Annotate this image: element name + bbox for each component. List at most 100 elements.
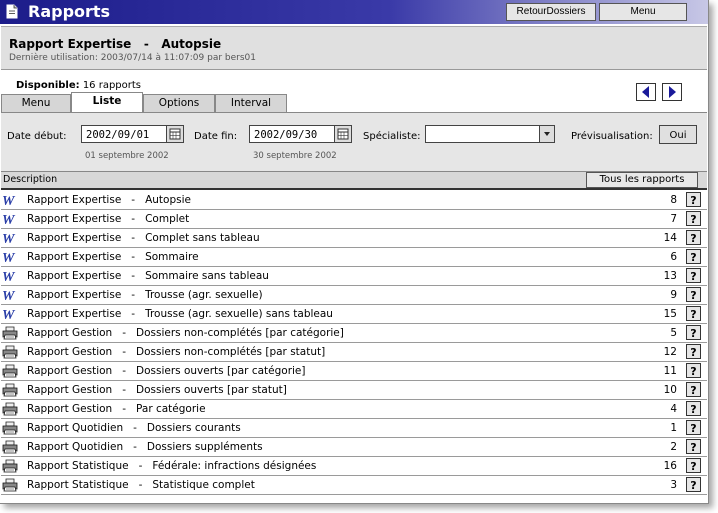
help-button[interactable]: ? [686,344,701,359]
word-icon: W [2,269,18,285]
report-row[interactable]: W Rapport Expertise - Trousse (agr. sexue… [1,286,707,305]
report-row[interactable]: Rapport Statistique - Statistique comple… [1,476,707,495]
report-row[interactable]: Rapport Statistique - Fédérale: infracti… [1,457,707,476]
app-title: Rapports [28,2,111,21]
report-row[interactable]: W Rapport Expertise - Complet 7? [1,210,707,229]
tab-menu[interactable]: Menu [1,94,71,112]
word-icon: W [2,231,18,247]
help-button[interactable]: ? [686,211,701,226]
start-date-label: Date début: [7,131,67,142]
next-button[interactable] [662,83,682,101]
start-calendar-button[interactable] [166,125,184,143]
printer-icon [2,459,18,473]
help-button[interactable]: ? [686,363,701,378]
report-name[interactable]: Rapport Expertise - Trousse (agr. sexuel… [27,289,263,301]
report-number: 7 [670,213,677,225]
specialist-select[interactable] [425,125,555,143]
report-name[interactable]: Rapport Expertise - Complet sans tableau [27,232,260,244]
report-name[interactable]: Rapport Gestion - Dossiers ouverts [par … [27,365,305,377]
tab-options[interactable]: Options [143,94,215,112]
report-name[interactable]: Rapport Gestion - Dossiers ouverts [par … [27,384,287,396]
word-icon: W [2,212,18,228]
end-date-label: Date fin: [194,131,238,142]
help-button[interactable]: ? [686,401,701,416]
report-number: 15 [663,308,677,320]
report-number: 3 [670,479,677,491]
report-number: 6 [670,251,677,263]
printer-icon [2,478,18,492]
help-button[interactable]: ? [686,192,701,207]
retour-dossiers-button[interactable]: RetourDossiers [506,3,596,21]
report-number: 4 [670,403,677,415]
all-reports-button[interactable]: Tous les rapports [586,172,698,188]
report-header: Rapport Expertise - Autopsie Dernière ut… [1,26,707,70]
report-row[interactable]: W Rapport Expertise - Sommaire sans table… [1,267,707,286]
printer-icon [2,364,18,378]
printer-icon [2,402,18,416]
svg-text:W: W [2,232,16,245]
report-name[interactable]: Rapport Expertise - Sommaire [27,251,199,263]
report-row[interactable]: Rapport Quotidien - Dossiers courants 1? [1,419,707,438]
report-name[interactable]: Rapport Quotidien - Dossiers suppléments [27,441,263,453]
help-button[interactable]: ? [686,287,701,302]
report-name[interactable]: Rapport Gestion - Dossiers non-complétés… [27,346,325,358]
report-name[interactable]: Rapport Gestion - Par catégorie [27,403,206,415]
report-name[interactable]: Rapport Gestion - Dossiers non-complétés… [27,327,344,339]
report-name[interactable]: Rapport Quotidien - Dossiers courants [27,422,241,434]
calendar-icon [169,128,181,140]
preview-oui-button[interactable]: Oui [659,125,697,144]
report-number: 13 [663,270,677,282]
description-column-header: Description [3,174,58,185]
report-row[interactable]: Rapport Gestion - Dossiers ouverts [par … [1,362,707,381]
start-date-input[interactable]: 2002/09/01 [81,125,167,143]
list-header: Description Tous les rapports [1,172,707,190]
help-button[interactable]: ? [686,268,701,283]
printer-icon [2,326,18,340]
help-button[interactable]: ? [686,420,701,435]
report-row[interactable]: Rapport Gestion - Dossiers non-complétés… [1,343,707,362]
report-row[interactable]: Rapport Gestion - Dossiers ouverts [par … [1,381,707,400]
report-name[interactable]: Rapport Expertise - Complet [27,213,189,225]
report-row[interactable]: W Rapport Expertise - Autopsie 8? [1,191,707,210]
help-button[interactable]: ? [686,249,701,264]
report-number: 10 [663,384,677,396]
arrow-left-icon [642,86,649,98]
report-number: 11 [663,365,677,377]
printer-icon [2,421,18,435]
report-window: Rapports RetourDossiers Menu Rapport Exp… [0,0,709,504]
report-number: 8 [670,194,677,206]
report-name[interactable]: Rapport Expertise - Autopsie [27,194,191,206]
specialist-label: Spécialiste: [363,131,421,142]
previous-button[interactable] [636,83,656,101]
svg-text:W: W [2,194,16,207]
report-name[interactable]: Rapport Statistique - Statistique comple… [27,479,255,491]
help-button[interactable]: ? [686,306,701,321]
report-row[interactable]: Rapport Quotidien - Dossiers suppléments… [1,438,707,457]
report-name[interactable]: Rapport Statistique - Fédérale: infracti… [27,460,316,472]
tab-liste[interactable]: Liste [71,92,143,113]
report-row[interactable]: W Rapport Expertise - Trousse (agr. sexue… [1,305,707,324]
report-list: W Rapport Expertise - Autopsie 8? W Rapport … [1,191,707,495]
preview-label: Prévisualisation: [571,131,653,142]
report-name[interactable]: Rapport Expertise - Sommaire sans tablea… [27,270,269,282]
svg-text:W: W [2,289,16,302]
report-row[interactable]: Rapport Gestion - Par catégorie 4? [1,400,707,419]
tab-interval[interactable]: Interval [215,94,287,112]
report-name[interactable]: Rapport Expertise - Trousse (agr. sexuel… [27,308,333,320]
report-row[interactable]: Rapport Gestion - Dossiers non-complétés… [1,324,707,343]
printer-icon [2,440,18,454]
end-date-input[interactable]: 2002/09/30 [249,125,335,143]
help-button[interactable]: ? [686,458,701,473]
report-row[interactable]: W Rapport Expertise - Sommaire 6? [1,248,707,267]
help-button[interactable]: ? [686,439,701,454]
end-calendar-button[interactable] [334,125,352,143]
menu-button[interactable]: Menu [599,3,687,21]
report-row[interactable]: W Rapport Expertise - Complet sans tablea… [1,229,707,248]
arrow-right-icon [669,86,676,98]
help-button[interactable]: ? [686,325,701,340]
start-date-text: 01 septembre 2002 [85,151,169,161]
help-button[interactable]: ? [686,230,701,245]
help-button[interactable]: ? [686,382,701,397]
help-button[interactable]: ? [686,477,701,492]
report-number: 16 [663,460,677,472]
